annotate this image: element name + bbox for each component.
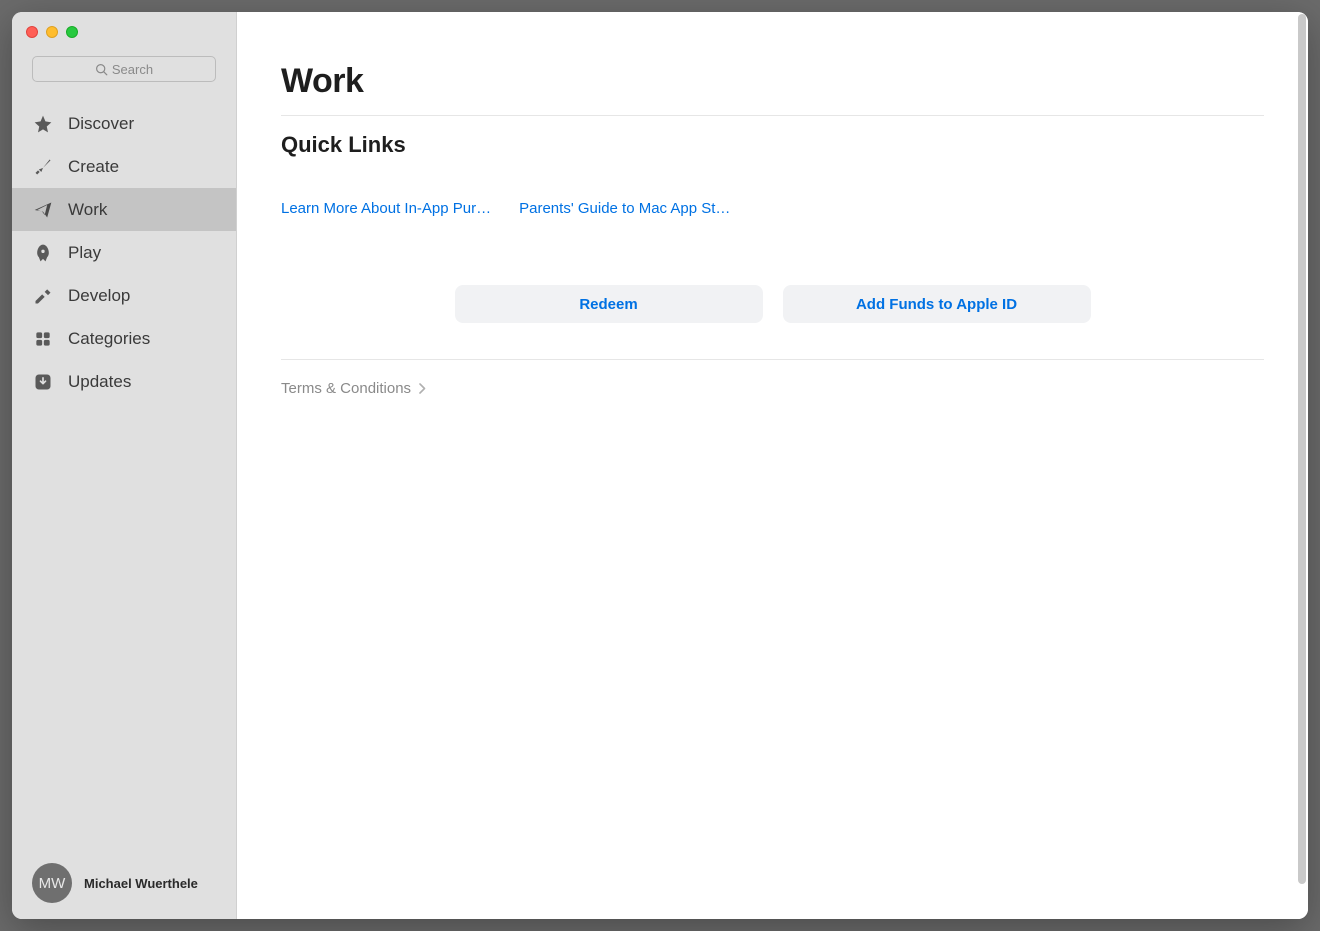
main-content: Work Quick Links Learn More About In-App…	[237, 12, 1308, 919]
scrollbar[interactable]	[1298, 14, 1306, 879]
sidebar: Search Discover Create Work	[12, 12, 237, 919]
search-icon	[95, 63, 108, 76]
avatar: MW	[32, 863, 72, 903]
chevron-right-icon	[419, 383, 426, 394]
add-funds-button[interactable]: Add Funds to Apple ID	[783, 285, 1091, 323]
quick-link-in-app-purchases[interactable]: Learn More About In-App Pur…	[281, 200, 491, 217]
sidebar-item-label: Play	[68, 243, 101, 263]
grid-icon	[32, 328, 54, 350]
search-input[interactable]: Search	[32, 56, 216, 82]
sidebar-item-categories[interactable]: Categories	[12, 317, 236, 360]
close-window-button[interactable]	[26, 26, 38, 38]
sidebar-item-work[interactable]: Work	[12, 188, 236, 231]
window-controls	[12, 12, 236, 48]
paperplane-icon	[32, 199, 54, 221]
paintbrush-icon	[32, 156, 54, 178]
terms-label: Terms & Conditions	[281, 380, 411, 397]
sidebar-item-updates[interactable]: Updates	[12, 360, 236, 403]
quick-link-parents-guide[interactable]: Parents' Guide to Mac App St…	[519, 200, 730, 217]
sidebar-item-label: Updates	[68, 372, 131, 392]
search-placeholder: Search	[112, 62, 153, 77]
sidebar-item-label: Work	[68, 200, 107, 220]
scrollbar-thumb[interactable]	[1298, 14, 1306, 884]
divider	[281, 359, 1264, 360]
sidebar-item-create[interactable]: Create	[12, 145, 236, 188]
avatar-initials: MW	[39, 875, 66, 892]
download-icon	[32, 371, 54, 393]
sidebar-item-discover[interactable]: Discover	[12, 102, 236, 145]
section-title: Quick Links	[281, 132, 1264, 158]
sidebar-item-develop[interactable]: Develop	[12, 274, 236, 317]
action-row: Redeem Add Funds to Apple ID	[281, 285, 1264, 323]
app-window: Search Discover Create Work	[12, 12, 1308, 919]
nav-list: Discover Create Work Play	[12, 96, 236, 847]
sidebar-item-label: Discover	[68, 114, 134, 134]
user-name: Michael Wuerthele	[84, 876, 198, 891]
sidebar-item-play[interactable]: Play	[12, 231, 236, 274]
page-title: Work	[281, 62, 1264, 101]
hammer-icon	[32, 285, 54, 307]
redeem-button[interactable]: Redeem	[455, 285, 763, 323]
sidebar-item-label: Develop	[68, 286, 130, 306]
search-container: Search	[12, 48, 236, 96]
divider	[281, 115, 1264, 116]
user-account-row[interactable]: MW Michael Wuerthele	[12, 847, 236, 919]
terms-and-conditions-link[interactable]: Terms & Conditions	[281, 380, 1264, 397]
sidebar-item-label: Categories	[68, 329, 150, 349]
quick-links-row: Learn More About In-App Pur… Parents' Gu…	[281, 200, 1264, 217]
fullscreen-window-button[interactable]	[66, 26, 78, 38]
sidebar-item-label: Create	[68, 157, 119, 177]
star-icon	[32, 113, 54, 135]
rocket-icon	[32, 242, 54, 264]
minimize-window-button[interactable]	[46, 26, 58, 38]
